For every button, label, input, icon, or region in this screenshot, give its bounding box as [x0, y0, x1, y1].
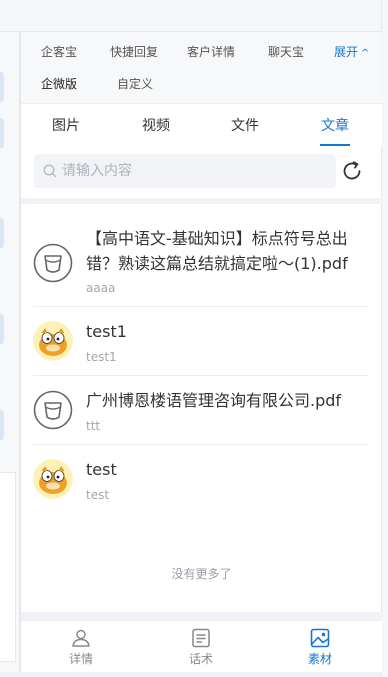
tool-tab-quick-reply[interactable]: 快捷回复	[110, 42, 158, 62]
left-strip-marker	[0, 218, 4, 248]
list-item[interactable]: test1 test1	[33, 307, 369, 376]
search-box	[34, 154, 336, 188]
no-more-text: 没有更多了	[171, 567, 232, 581]
left-strip-marker	[0, 118, 4, 148]
item-title: 广州博恩楼语管理咨询有限公司.pdf	[86, 391, 342, 410]
tool-tab-chatbao[interactable]: 聊天宝	[268, 42, 304, 62]
media-tabs: 图片 视频 文件 文章	[21, 104, 382, 146]
file-cup-icon	[33, 243, 73, 283]
nav-materials[interactable]: 素材	[280, 625, 360, 669]
tab-files[interactable]: 文件	[222, 116, 268, 136]
tab-videos[interactable]: 视频	[133, 116, 179, 136]
item-title: 【高中语文-基础知识】标点符号总出错？熟读这篇总结就搞定啦～(1).pdf	[86, 229, 348, 273]
list-item[interactable]: 【高中语文-基础知识】标点符号总出错？熟读这篇总结就搞定啦～(1).pdf aa…	[33, 218, 369, 307]
expand-button[interactable]: 展开 ^	[334, 42, 369, 62]
item-subtitle: ttt	[86, 419, 101, 433]
nav-label: 素材	[307, 652, 332, 666]
tool-tab-wecom[interactable]: 企微版	[41, 74, 77, 94]
chevron-up-icon: ^	[361, 48, 370, 59]
left-strip-marker	[0, 72, 4, 102]
script-icon	[192, 628, 210, 648]
garfield-avatar	[33, 321, 73, 361]
nav-scripts[interactable]: 话术	[161, 625, 241, 669]
material-panel: 企客宝 快捷回复 客户详情 聊天宝 展开 ^ 企微版 自定义 图片 视频 文件 文…	[20, 32, 382, 672]
refresh-icon[interactable]	[340, 159, 364, 183]
section-divider	[21, 198, 382, 204]
user-icon	[72, 629, 90, 647]
tab-articles[interactable]: 文章	[312, 116, 358, 136]
list-item[interactable]: test test	[33, 445, 369, 514]
active-tab-indicator	[320, 144, 350, 146]
tab-images[interactable]: 图片	[43, 116, 89, 136]
tool-tab-customer-detail[interactable]: 客户详情	[187, 42, 235, 62]
tool-tabs: 企客宝 快捷回复 客户详情 聊天宝 展开 ^ 企微版 自定义	[21, 32, 382, 104]
search-icon	[43, 164, 57, 178]
item-subtitle: aaaa	[86, 281, 116, 295]
bottom-gap	[21, 612, 382, 620]
item-subtitle: test	[86, 488, 110, 502]
list-item[interactable]: 广州博恩楼语管理咨询有限公司.pdf ttt	[33, 376, 369, 445]
left-strip-card	[0, 472, 16, 662]
left-strip-marker	[0, 314, 4, 344]
nav-label: 话术	[188, 652, 213, 666]
nav-details[interactable]: 详情	[41, 625, 121, 669]
left-sidebar-strip	[0, 32, 20, 672]
file-cup-icon	[33, 390, 73, 430]
item-title: test1	[86, 322, 127, 341]
expand-label: 展开	[334, 45, 359, 59]
item-subtitle: test1	[86, 350, 117, 364]
garfield-avatar	[33, 459, 73, 499]
bottom-nav: 详情 话术 素材	[21, 620, 382, 672]
search-input[interactable]	[62, 154, 332, 188]
right-edge	[381, 0, 388, 677]
image-icon	[310, 628, 330, 648]
top-strip	[0, 0, 388, 32]
item-title: test	[86, 460, 117, 479]
left-strip-marker	[0, 410, 4, 440]
tool-tab-custom[interactable]: 自定义	[117, 74, 153, 94]
app-frame: 企客宝 快捷回复 客户详情 聊天宝 展开 ^ 企微版 自定义 图片 视频 文件 文…	[0, 0, 388, 677]
tool-tab-qikebao[interactable]: 企客宝	[41, 42, 77, 62]
nav-label: 详情	[68, 652, 93, 666]
